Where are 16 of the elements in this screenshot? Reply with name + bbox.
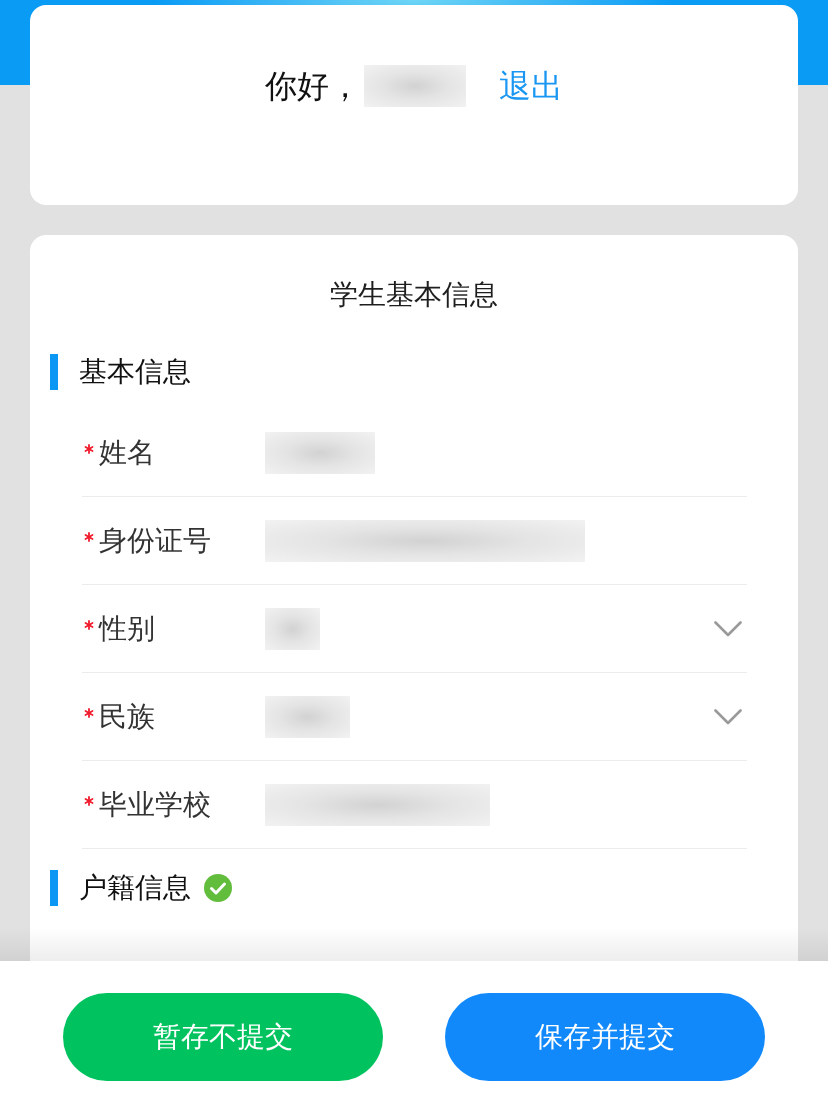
field-label: 姓名 bbox=[99, 434, 155, 471]
chevron-down-icon bbox=[714, 620, 742, 637]
field-label: 身份证号 bbox=[99, 522, 211, 559]
field-label: 毕业学校 bbox=[99, 786, 211, 823]
field-label: 民族 bbox=[99, 698, 155, 735]
greeting-text: 你好， bbox=[265, 66, 361, 106]
section-title: 基本信息 bbox=[79, 354, 191, 390]
submit-button[interactable]: 保存并提交 bbox=[445, 993, 765, 1081]
field-label: 性别 bbox=[99, 610, 155, 647]
save-draft-button[interactable]: 暂存不提交 bbox=[63, 993, 383, 1081]
logout-link[interactable]: 退出 bbox=[499, 66, 563, 106]
section-title: 户籍信息 bbox=[79, 870, 191, 906]
section-bar-icon bbox=[50, 354, 58, 390]
form-title: 学生基本信息 bbox=[329, 277, 499, 313]
section-bar-icon bbox=[50, 870, 58, 906]
chevron-down-icon bbox=[714, 708, 742, 725]
